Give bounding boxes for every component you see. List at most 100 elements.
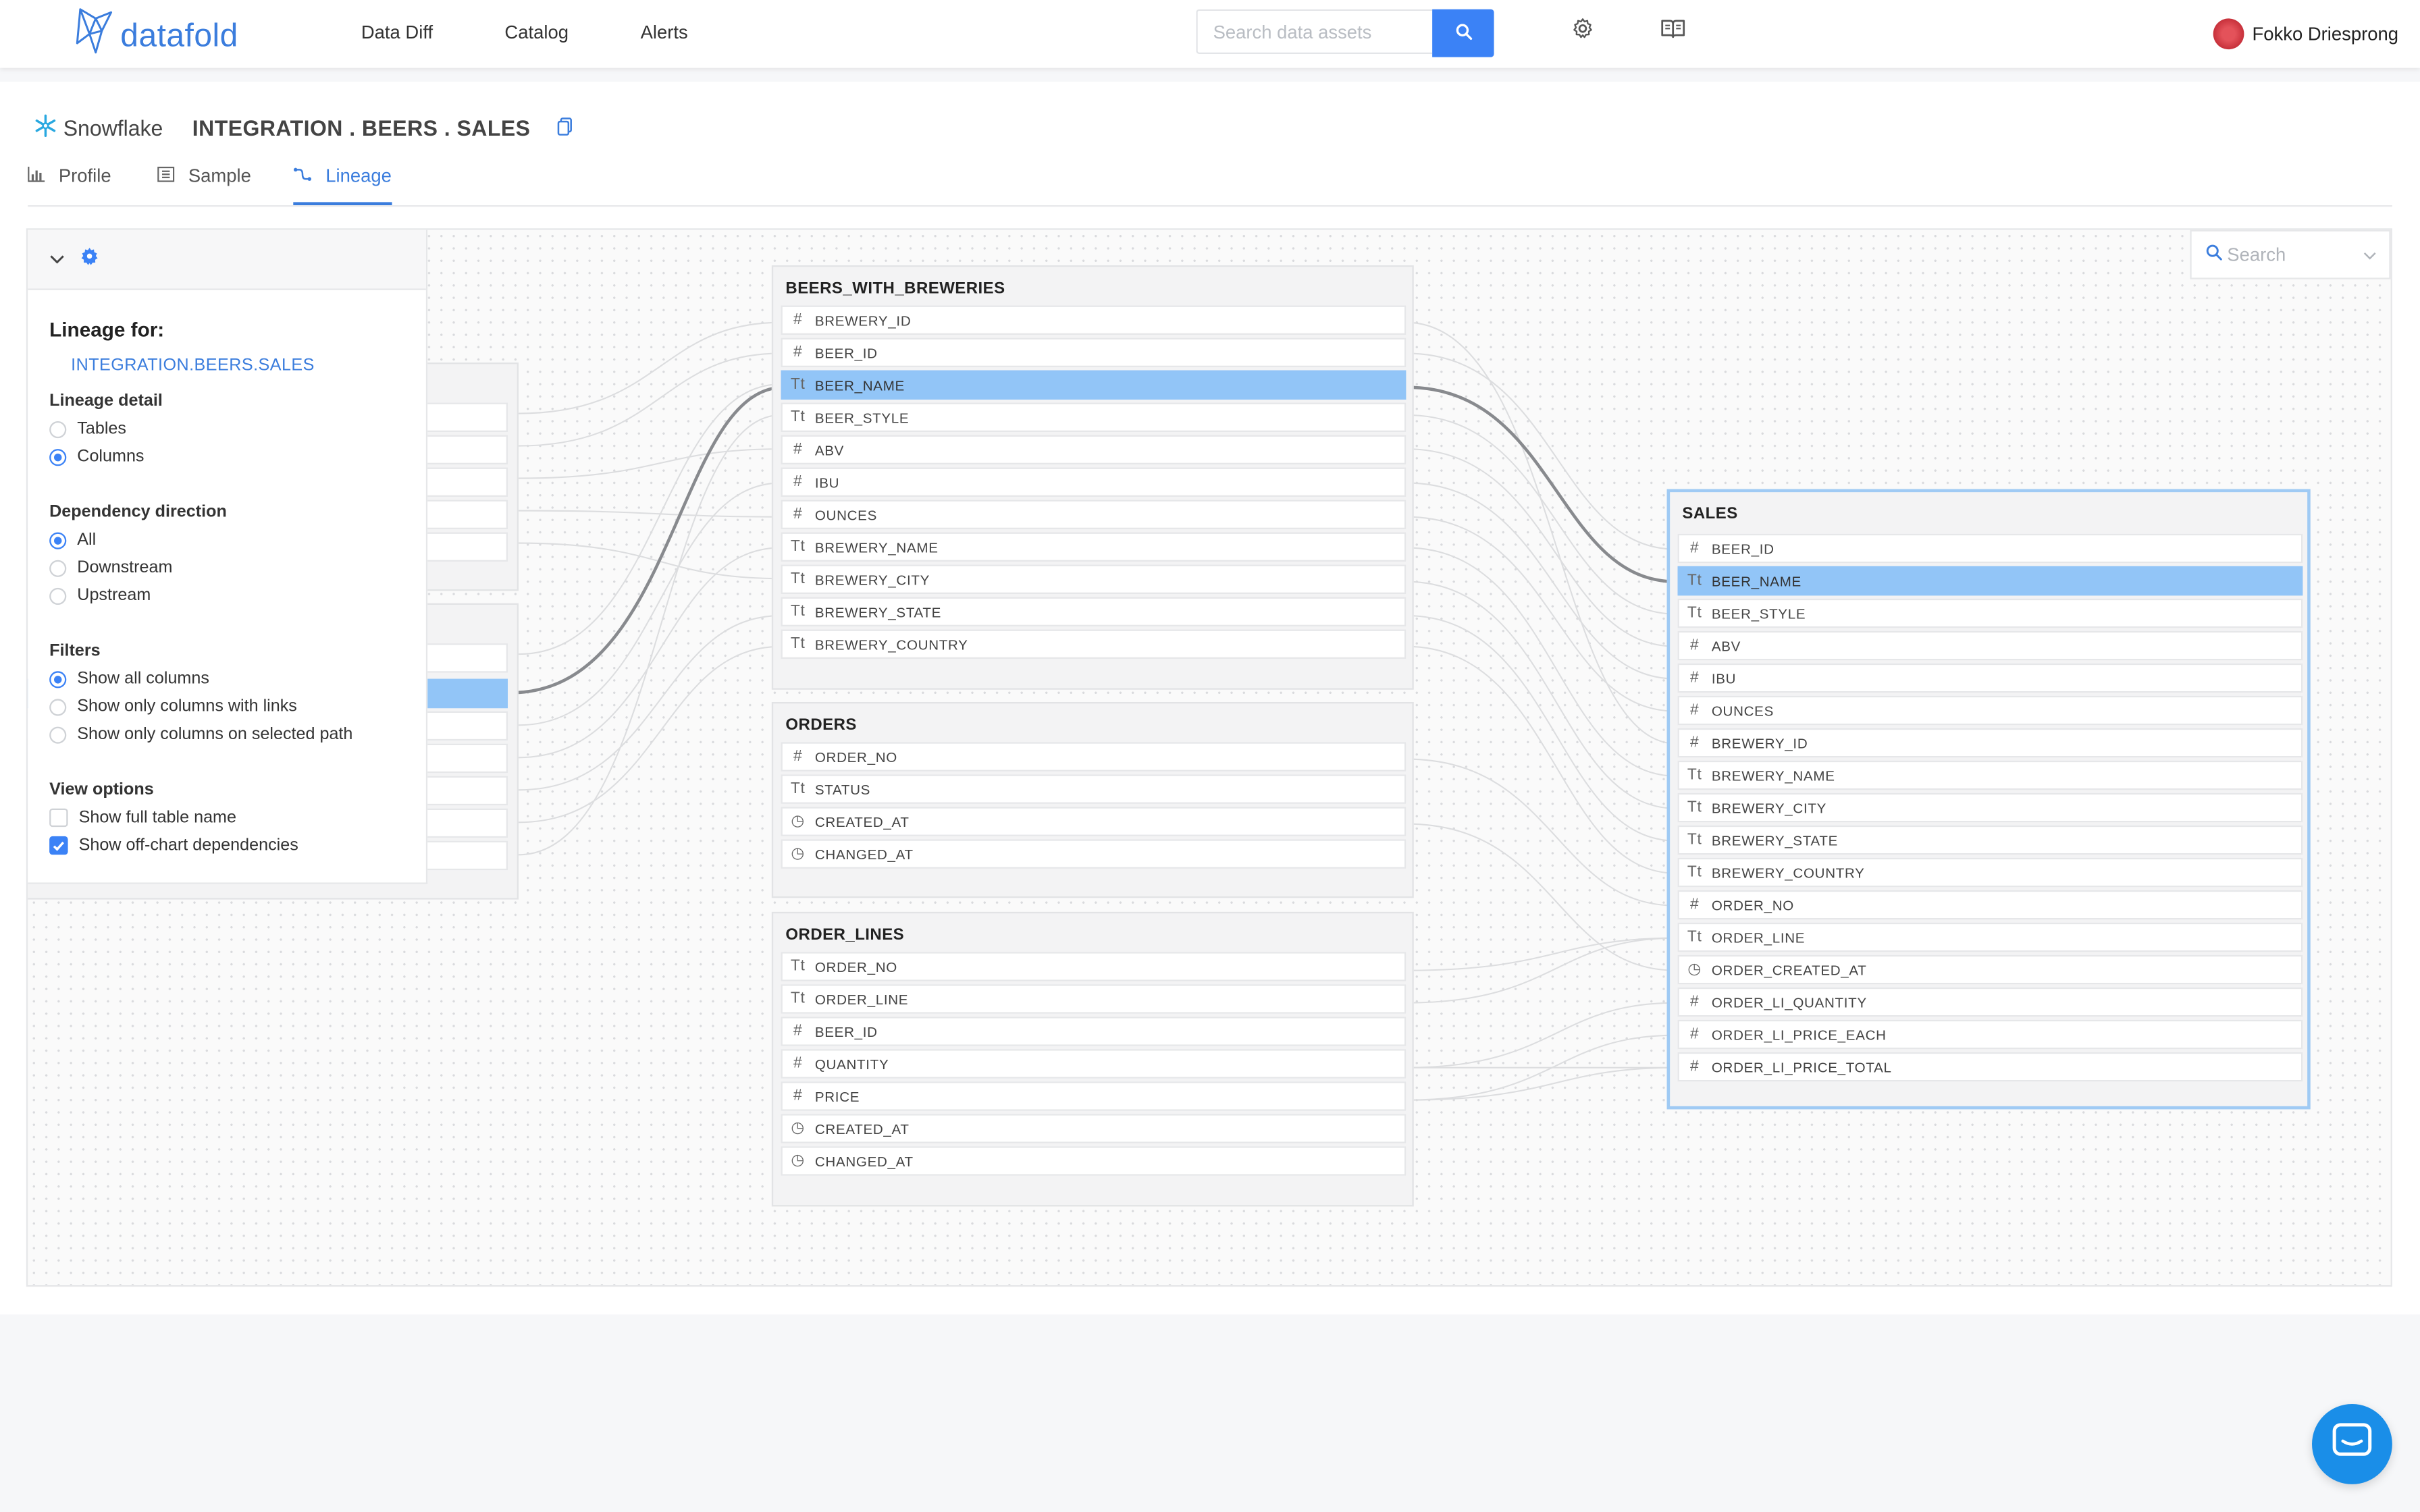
radio-button[interactable] — [49, 420, 67, 437]
search-button[interactable] — [1432, 9, 1494, 57]
clock-icon: ◷ — [791, 1120, 806, 1137]
option-label: Show all columns — [77, 670, 209, 688]
column-row[interactable]: Tt BREWERY_STATE — [781, 597, 1406, 627]
column-name: BEER_ID — [814, 1023, 878, 1040]
column-row[interactable]: Tt BREWERY_COUNTRY — [1677, 857, 2303, 888]
column-row[interactable]: # OUNCES — [781, 500, 1406, 530]
radio-show-selected-path[interactable]: Show only columns on selected path — [49, 725, 352, 744]
book-icon — [1660, 18, 1685, 46]
column-row[interactable]: # BREWERY_ID — [1677, 728, 2303, 758]
column-row[interactable]: # OUNCES — [1677, 695, 2303, 726]
radio-show-columns-with-links[interactable]: Show only columns with links — [49, 697, 297, 716]
chat-button[interactable] — [2312, 1404, 2392, 1484]
user-menu[interactable]: Fokko Driesprong — [2213, 18, 2398, 50]
column-row[interactable]: Tt BREWERY_NAME — [781, 532, 1406, 562]
radio-all[interactable]: All — [49, 531, 96, 549]
column-row[interactable]: # ORDER_NO — [781, 742, 1406, 772]
text-type-icon: Tt — [1687, 572, 1702, 590]
column-row[interactable]: # BEER_ID — [781, 1017, 1406, 1046]
column-row[interactable]: # ORDER_NO — [1677, 890, 2303, 920]
checkbox-full-table-name[interactable]: Show full table name — [49, 808, 236, 828]
radio-button[interactable] — [49, 559, 67, 576]
column-row[interactable]: Tt ORDER_LINE — [781, 984, 1406, 1014]
canvas-search[interactable]: Search — [2190, 230, 2391, 279]
number-type-icon: # — [793, 1055, 803, 1073]
column-row[interactable]: ◷ CREATED_AT — [781, 807, 1406, 836]
tab-lineage[interactable]: Lineage — [293, 165, 392, 205]
column-row[interactable]: # BEER_ID — [781, 338, 1406, 367]
top-bar: datafold Data Diff Catalog Alerts Fokko … — [0, 0, 2420, 68]
radio-tables[interactable]: Tables — [49, 420, 126, 438]
clock-icon: ◷ — [1687, 961, 1702, 979]
column-row[interactable]: Tt BREWERY_CITY — [1677, 792, 2303, 823]
column-row[interactable]: ◷ CREATED_AT — [781, 1114, 1406, 1143]
column-row[interactable]: # ABV — [781, 435, 1406, 465]
column-name: OUNCES — [814, 506, 877, 522]
column-row[interactable]: Tt BREWERY_NAME — [1677, 760, 2303, 790]
column-row[interactable]: Tt ORDER_LINE — [1677, 922, 2303, 952]
settings-button[interactable] — [1568, 18, 1596, 46]
tab-sample-label: Sample — [188, 165, 251, 187]
table-path: INTEGRATION . BEERS . SALES — [192, 115, 531, 141]
column-row[interactable]: # ORDER_LI_PRICE_TOTAL — [1677, 1052, 2303, 1082]
gear-icon[interactable] — [80, 245, 99, 273]
tab-profile[interactable]: Profile — [28, 165, 111, 204]
number-type-icon: # — [1690, 637, 1700, 655]
column-row[interactable]: # IBU — [781, 467, 1406, 497]
column-row[interactable]: # BEER_ID — [1677, 533, 2303, 564]
column-row[interactable]: Tt BEER_STYLE — [781, 402, 1406, 432]
radio-button-selected[interactable] — [49, 670, 67, 688]
radio-button[interactable] — [49, 726, 67, 743]
number-type-icon: # — [1690, 734, 1700, 752]
column-row[interactable]: Tt BREWERY_COUNTRY — [781, 629, 1406, 659]
column-row[interactable]: # PRICE — [781, 1081, 1406, 1111]
search-input[interactable] — [1196, 9, 1433, 54]
lineage-for-link[interactable]: INTEGRATION.BEERS.SALES — [71, 356, 315, 375]
column-row[interactable]: # ABV — [1677, 630, 2303, 661]
column-row[interactable]: ◷ CHANGED_AT — [781, 1146, 1406, 1176]
column-row[interactable]: ◷ ORDER_CREATED_AT — [1677, 954, 2303, 985]
checkbox-checked[interactable] — [49, 836, 68, 855]
column-row[interactable]: ◷ CHANGED_AT — [781, 839, 1406, 869]
radio-button[interactable] — [49, 587, 67, 604]
checkbox[interactable] — [49, 808, 68, 828]
number-type-icon: # — [793, 1023, 803, 1040]
column-row[interactable]: # ORDER_LI_PRICE_EACH — [1677, 1019, 2303, 1050]
column-row[interactable]: Tt BREWERY_CITY — [781, 564, 1406, 595]
nav-data-diff[interactable]: Data Diff — [361, 22, 433, 43]
checkbox-off-chart-dependencies[interactable]: Show off-chart dependencies — [49, 836, 298, 855]
option-label: Show off-chart dependencies — [78, 836, 298, 855]
logo[interactable]: datafold — [74, 6, 238, 66]
radio-show-all-columns[interactable]: Show all columns — [49, 670, 209, 688]
column-row[interactable]: Tt BEER_STYLE — [1677, 598, 2303, 628]
lineage-canvas[interactable]: BEERS_WITH_BREWERIES # BREWERY_ID # BEER_ID… — [26, 228, 2392, 1287]
column-row[interactable]: # ORDER_LI_QUANTITY — [1677, 987, 2303, 1017]
column-row[interactable]: # BREWERY_ID — [781, 305, 1406, 335]
column-row[interactable]: Tt BEER_NAME — [781, 370, 1406, 400]
nav-catalog[interactable]: Catalog — [504, 22, 569, 43]
column-row[interactable]: Tt BREWERY_STATE — [1677, 825, 2303, 855]
radio-downstream[interactable]: Downstream — [49, 558, 172, 577]
table-beers-with-breweries[interactable]: BEERS_WITH_BREWERIES # BREWERY_ID # BEER_ID… — [771, 265, 1414, 690]
column-row[interactable]: # QUANTITY — [781, 1049, 1406, 1079]
column-row[interactable]: Tt STATUS — [781, 774, 1406, 804]
table-orders[interactable]: ORDERS # ORDER_NO Tt STATUS ◷ CREATED_AT ◷ CHAN… — [771, 702, 1414, 898]
radio-upstream[interactable]: Upstream — [49, 587, 151, 605]
radio-button-selected[interactable] — [49, 448, 67, 466]
number-type-icon: # — [793, 1087, 803, 1105]
chevron-down-icon[interactable] — [49, 245, 65, 273]
clock-icon: ◷ — [791, 813, 806, 830]
nav-alerts[interactable]: Alerts — [641, 22, 688, 43]
table-order-lines[interactable]: ORDER_LINES Tt ORDER_NO Tt ORDER_LINE # BEER_… — [771, 911, 1414, 1207]
radio-columns[interactable]: Columns — [49, 448, 144, 466]
chevron-down-icon[interactable] — [2363, 244, 2377, 265]
radio-button-selected[interactable] — [49, 531, 67, 549]
copy-icon[interactable] — [556, 115, 572, 140]
docs-button[interactable] — [1659, 18, 1687, 46]
tab-sample[interactable]: Sample — [157, 165, 251, 204]
column-row[interactable]: Tt ORDER_NO — [781, 952, 1406, 981]
column-row[interactable]: # IBU — [1677, 663, 2303, 693]
column-row[interactable]: Tt BEER_NAME — [1677, 566, 2303, 596]
radio-button[interactable] — [49, 698, 67, 716]
table-sales[interactable]: SALES # BEER_ID Tt BEER_NAME Tt BEER_STYLE # AB… — [1666, 489, 2311, 1110]
